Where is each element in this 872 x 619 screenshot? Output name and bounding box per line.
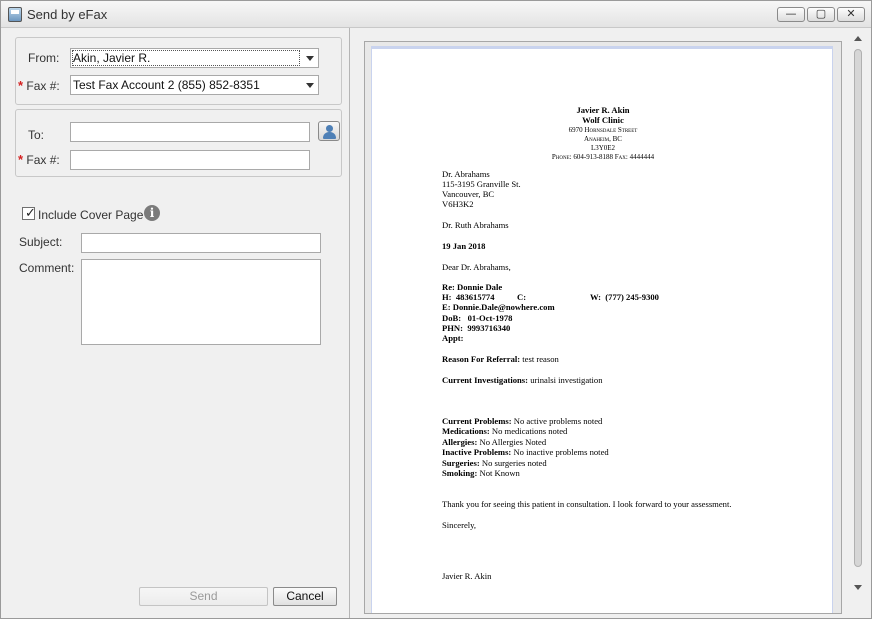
doc-appt: Appt: bbox=[442, 333, 464, 343]
chevron-down-icon[interactable] bbox=[306, 56, 314, 61]
doc-current-problems: Current Problems: No active problems not… bbox=[442, 416, 603, 426]
comment-textarea[interactable] bbox=[81, 259, 321, 345]
maximize-button[interactable]: ▢ bbox=[807, 7, 835, 22]
sender-fax-label-text: Fax #: bbox=[26, 79, 60, 93]
doc-work-phone: W: (777) 245-9300 bbox=[590, 292, 659, 302]
doc-header-name: Javier R. Akin bbox=[576, 105, 630, 115]
fax-preview-pane[interactable]: Javier R. Akin Wolf Clinic 6970 Hornsdal… bbox=[364, 41, 842, 614]
doc-recipient-street: 115-3195 Granville St. bbox=[442, 179, 521, 189]
contacts-button[interactable] bbox=[318, 121, 340, 141]
doc-recipient-city: Vancouver, BC bbox=[442, 189, 495, 199]
doc-reason: Reason For Referral: test reason bbox=[442, 354, 559, 364]
include-cover-label[interactable]: Include Cover Page bbox=[38, 208, 143, 222]
scroll-up-icon[interactable] bbox=[854, 36, 862, 41]
window-title: Send by eFax bbox=[27, 7, 108, 22]
doc-email: E: Donnie.Dale@nowhere.com bbox=[442, 302, 555, 312]
fax-form-panel: From: Akin, Javier R. * Fax #: Test Fax … bbox=[9, 31, 349, 611]
doc-date: 19 Jan 2018 bbox=[442, 241, 486, 251]
minimize-button[interactable]: — bbox=[777, 7, 805, 22]
recipient-fax-input[interactable] bbox=[70, 150, 310, 170]
fax-account-value: Test Fax Account 2 (855) 852-8351 bbox=[73, 78, 260, 92]
subject-label: Subject: bbox=[19, 235, 63, 249]
doc-header-clinic: Wolf Clinic bbox=[582, 115, 624, 125]
include-cover-checkbox[interactable]: ✓ bbox=[22, 206, 36, 221]
doc-re-line: Re: Donnie Dale bbox=[442, 282, 503, 292]
doc-salutation: Dear Dr. Abrahams, bbox=[442, 262, 511, 272]
required-marker: * bbox=[18, 78, 24, 93]
doc-signature-name: Javier R. Akin bbox=[442, 571, 492, 581]
recipient-fax-label: * Fax #: bbox=[18, 152, 60, 167]
chevron-down-icon[interactable] bbox=[306, 83, 314, 88]
required-marker: * bbox=[18, 152, 24, 167]
cancel-button[interactable]: Cancel bbox=[273, 587, 337, 606]
doc-home-phone: H: 483615774 bbox=[442, 292, 495, 302]
sender-fax-label: * Fax #: bbox=[18, 78, 60, 93]
from-select[interactable]: Akin, Javier R. bbox=[70, 48, 319, 68]
doc-sign-off: Sincerely, bbox=[442, 520, 477, 530]
comment-label: Comment: bbox=[19, 261, 75, 275]
fax-account-select[interactable]: Test Fax Account 2 (855) 852-8351 bbox=[70, 75, 319, 95]
scroll-down-icon[interactable] bbox=[854, 585, 862, 590]
doc-surgeries: Surgeries: No surgeries noted bbox=[442, 458, 547, 468]
info-icon[interactable]: i bbox=[144, 205, 160, 221]
doc-allergies: Allergies: No Allergies Noted bbox=[442, 437, 547, 447]
doc-closing-text: Thank you for seeing this patient in con… bbox=[442, 499, 732, 509]
title-bar[interactable]: Send by eFax — ▢ ✕ bbox=[1, 1, 871, 28]
fax-icon bbox=[8, 7, 22, 22]
doc-smoking: Smoking: Not Known bbox=[442, 468, 520, 478]
recipient-fax-label-text: Fax #: bbox=[26, 153, 60, 167]
close-button[interactable]: ✕ bbox=[837, 7, 865, 22]
doc-recipient-name: Dr. Abrahams bbox=[442, 169, 490, 179]
efax-dialog: Send by eFax — ▢ ✕ From: Akin, Javier R.… bbox=[0, 0, 872, 619]
send-button[interactable]: Send bbox=[139, 587, 268, 606]
doc-dob: DoB: 01-Oct-1978 bbox=[442, 313, 513, 323]
doc-medications: Medications: No medications noted bbox=[442, 426, 568, 436]
doc-attention: Dr. Ruth Abrahams bbox=[442, 220, 509, 230]
doc-investigations: Current Investigations: urinalsi investi… bbox=[442, 375, 603, 385]
fax-document-page: Javier R. Akin Wolf Clinic 6970 Hornsdal… bbox=[371, 46, 833, 613]
recipient-group: To: * Fax #: bbox=[15, 109, 342, 177]
to-label: To: bbox=[28, 128, 45, 142]
contact-icon bbox=[326, 125, 333, 132]
subject-input[interactable] bbox=[81, 233, 321, 253]
doc-phn: PHN: 9993716340 bbox=[442, 323, 511, 333]
doc-cell-label: C: bbox=[517, 292, 527, 302]
panel-divider[interactable] bbox=[349, 28, 350, 618]
doc-recipient-postal: V6H3K2 bbox=[442, 199, 474, 209]
preview-scrollbar[interactable] bbox=[850, 31, 866, 597]
doc-inactive-problems: Inactive Problems: No inactive problems … bbox=[442, 447, 609, 457]
checkmark-icon: ✓ bbox=[25, 206, 36, 221]
sender-group: From: Akin, Javier R. * Fax #: Test Fax … bbox=[15, 37, 342, 105]
from-select-value: Akin, Javier R. bbox=[73, 51, 151, 65]
doc-header-phone: Phone: 604-913-8188 Fax: 4444444 bbox=[551, 153, 655, 161]
scrollbar-thumb[interactable] bbox=[854, 49, 862, 567]
from-label: From: bbox=[28, 51, 60, 65]
to-input[interactable] bbox=[70, 122, 310, 142]
